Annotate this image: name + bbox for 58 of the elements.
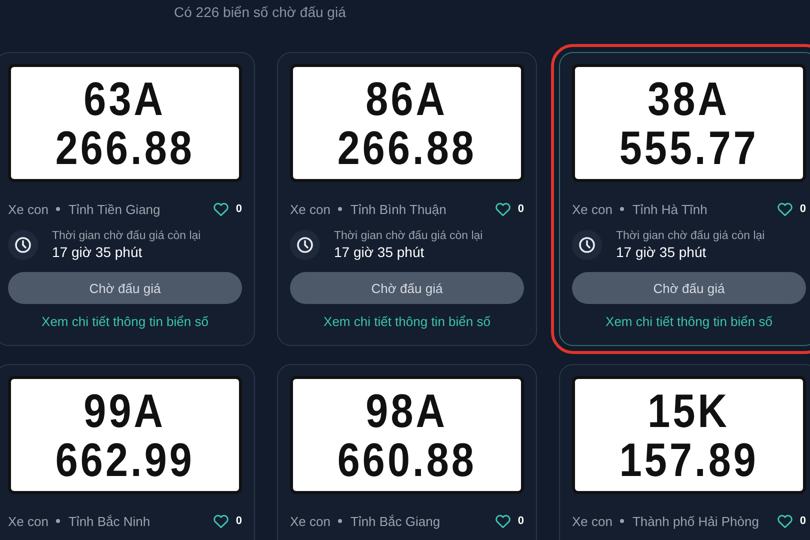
timer-label: Thời gian chờ đấu giá còn lại xyxy=(616,230,765,242)
heart-icon[interactable] xyxy=(494,512,512,530)
plate-number: 266.88 xyxy=(55,124,195,171)
heart-icon[interactable] xyxy=(776,512,794,530)
vehicle-type: Xe con xyxy=(290,202,330,216)
like-count: 0 xyxy=(800,515,806,527)
heart-icon[interactable] xyxy=(776,200,794,218)
separator-dot-icon xyxy=(56,519,60,523)
separator-dot-icon xyxy=(338,207,342,211)
details-link[interactable]: Xem chi tiết thông tin biển số xyxy=(8,314,242,329)
province-text: Tỉnh Bình Thuận xyxy=(350,202,448,216)
plate-series: 15K xyxy=(648,387,730,434)
clock-icon xyxy=(572,230,602,260)
province-text: Tỉnh Bắc Ninh xyxy=(68,514,152,528)
province-text: Thành phố Hải Phòng xyxy=(632,514,760,528)
pending-auction-button[interactable]: Chờ đấu giá xyxy=(290,272,524,304)
like-count: 0 xyxy=(800,203,806,215)
time-remaining: 17 giờ 35 phút xyxy=(616,244,708,260)
details-link[interactable]: Xem chi tiết thông tin biển số xyxy=(290,314,524,329)
pending-auction-button[interactable]: Chờ đấu giá xyxy=(8,272,242,304)
plate-series: 98A xyxy=(366,387,448,434)
vehicle-type: Xe con xyxy=(8,202,48,216)
plate-series: 99A xyxy=(84,387,166,434)
province-text: Tỉnh Tiền Giang xyxy=(68,202,162,216)
vehicle-type: Xe con xyxy=(572,514,612,528)
province-text: Tỉnh Hà Tĩnh xyxy=(632,202,708,216)
timer-label: Thời gian chờ đấu giá còn lại xyxy=(52,230,201,242)
separator-dot-icon xyxy=(620,207,624,211)
plate-series: 38A xyxy=(648,75,730,122)
auction-count-text: Có 226 biển số chờ đấu giá xyxy=(174,4,346,20)
vehicle-type: Xe con xyxy=(290,514,330,528)
plate-number: 157.89 xyxy=(619,436,759,483)
like-count: 0 xyxy=(236,203,242,215)
like-count: 0 xyxy=(518,515,524,527)
plate-number: 662.99 xyxy=(55,436,195,483)
vehicle-type: Xe con xyxy=(572,202,612,216)
time-remaining: 17 giờ 35 phút xyxy=(334,244,426,260)
clock-icon xyxy=(8,230,38,260)
province-text: Tỉnh Bắc Giang xyxy=(350,514,442,528)
vehicle-type: Xe con xyxy=(8,514,48,528)
pending-auction-button[interactable]: Chờ đấu giá xyxy=(572,272,806,304)
separator-dot-icon xyxy=(56,207,60,211)
separator-dot-icon xyxy=(620,519,624,523)
like-count: 0 xyxy=(518,203,524,215)
heart-icon[interactable] xyxy=(212,512,230,530)
clock-icon xyxy=(290,230,320,260)
like-count: 0 xyxy=(236,515,242,527)
plate-number: 266.88 xyxy=(337,124,477,171)
plate-number: 555.77 xyxy=(619,124,759,171)
plate-series: 86A xyxy=(366,75,448,122)
separator-dot-icon xyxy=(338,519,342,523)
details-link[interactable]: Xem chi tiết thông tin biển số xyxy=(572,314,806,329)
time-remaining: 17 giờ 35 phút xyxy=(52,244,144,260)
plate-series: 63A xyxy=(84,75,166,122)
timer-label: Thời gian chờ đấu giá còn lại xyxy=(334,230,483,242)
heart-icon[interactable] xyxy=(494,200,512,218)
heart-icon[interactable] xyxy=(212,200,230,218)
plate-number: 660.88 xyxy=(337,436,477,483)
